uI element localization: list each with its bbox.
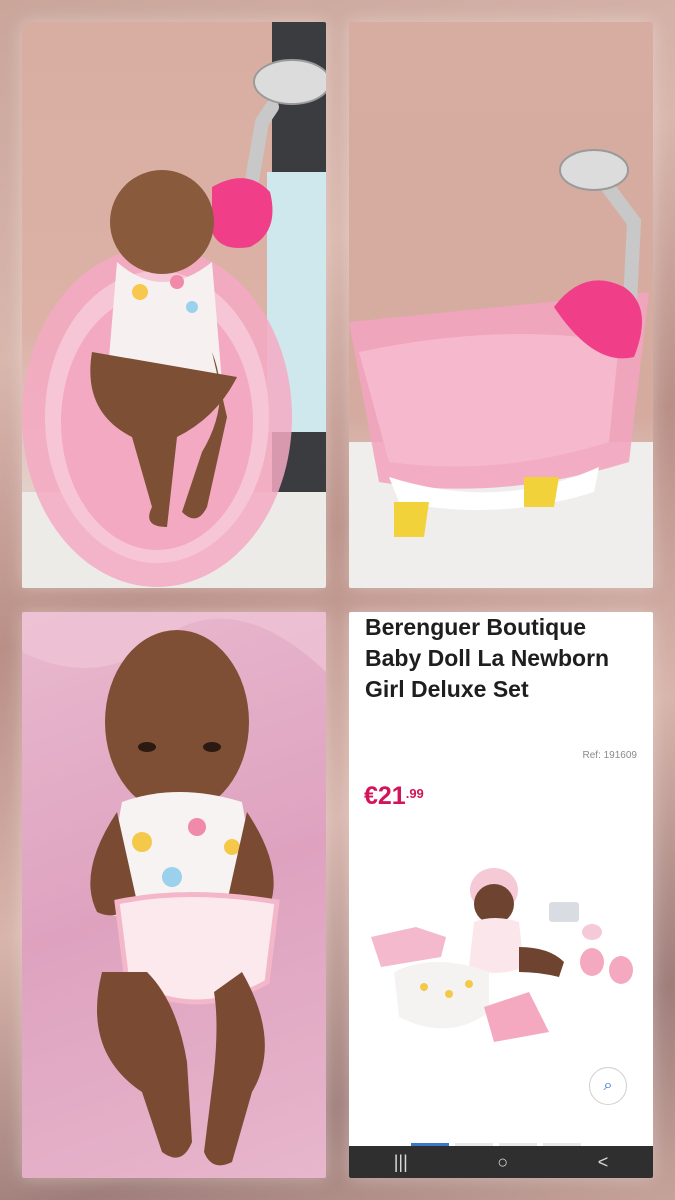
photo-doll-in-bathtub [22, 22, 326, 588]
product-image[interactable] [349, 862, 653, 1042]
product-ref: Ref: 191609 [582, 750, 638, 761]
product-listing-panel: Berenguer Boutique Baby Doll La Newborn … [349, 612, 653, 1178]
product-price: €21.99 [364, 782, 424, 811]
price-main: €21 [364, 782, 406, 810]
home-icon[interactable]: ○ [497, 1152, 508, 1173]
photo-doll-on-blanket [22, 612, 326, 1178]
back-icon[interactable]: < [598, 1152, 609, 1173]
price-cents: .99 [405, 786, 424, 801]
recents-icon[interactable]: ||| [394, 1152, 408, 1173]
product-title: Berenguer Boutique Baby Doll La Newborn … [365, 614, 610, 702]
android-nav-bar: ||| ○ < [349, 1146, 653, 1178]
zoom-in-icon: ⌕ [603, 1077, 613, 1094]
photo-bathtub-side [349, 22, 653, 588]
zoom-button[interactable]: ⌕ [589, 1067, 627, 1105]
